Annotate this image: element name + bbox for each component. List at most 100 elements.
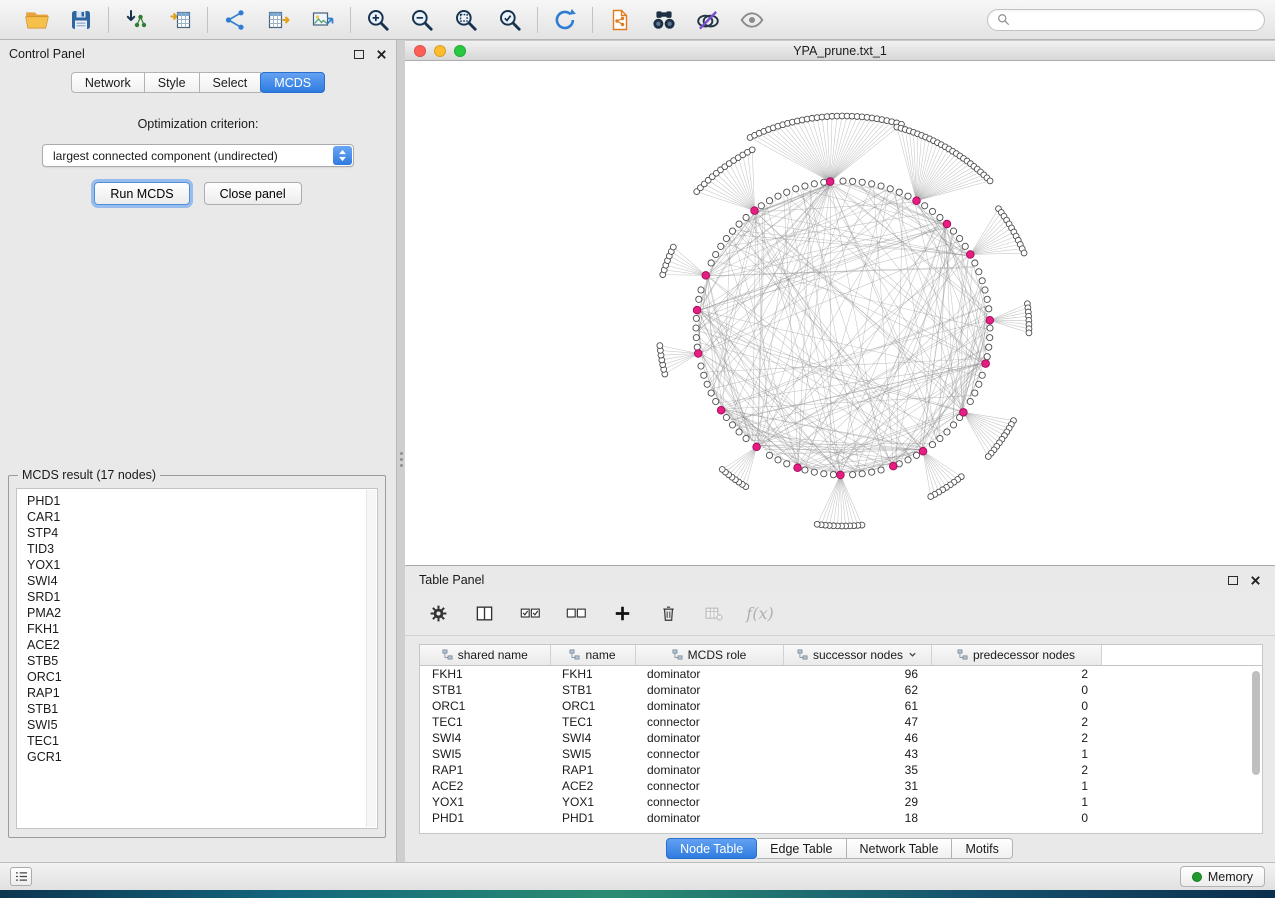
mcds-result-item[interactable]: RAP1 bbox=[27, 685, 377, 701]
open-session-button[interactable] bbox=[20, 5, 54, 35]
column-header-shared-name[interactable]: shared name bbox=[420, 645, 550, 665]
task-history-button[interactable] bbox=[10, 867, 32, 886]
deselect-all-rows-button[interactable] bbox=[563, 601, 589, 627]
close-window-icon[interactable] bbox=[414, 45, 426, 57]
cell-shared-name[interactable]: SWI4 bbox=[420, 730, 550, 746]
select-all-rows-button[interactable] bbox=[517, 601, 543, 627]
cell-mcds-role[interactable]: dominator bbox=[635, 810, 783, 826]
maximize-window-icon[interactable] bbox=[454, 45, 466, 57]
find-button[interactable] bbox=[647, 5, 681, 35]
table-row[interactable]: STB1STB1dominator620 bbox=[420, 682, 1262, 698]
cell-predecessor-nodes[interactable]: 0 bbox=[931, 682, 1101, 698]
column-header-predecessor-nodes[interactable]: predecessor nodes bbox=[931, 645, 1101, 665]
table-row[interactable]: TEC1TEC1connector472 bbox=[420, 714, 1262, 730]
cell-successor-nodes[interactable]: 62 bbox=[783, 682, 931, 698]
table-row[interactable]: PHD1PHD1dominator180 bbox=[420, 810, 1262, 826]
mcds-result-item[interactable]: GCR1 bbox=[27, 749, 377, 765]
cell-shared-name[interactable]: FKH1 bbox=[420, 665, 550, 682]
cell-predecessor-nodes[interactable]: 2 bbox=[931, 665, 1101, 682]
cell-name[interactable]: RAP1 bbox=[550, 762, 635, 778]
export-network-button[interactable] bbox=[218, 5, 252, 35]
delete-column-button[interactable] bbox=[655, 601, 681, 627]
mcds-result-item[interactable]: SWI4 bbox=[27, 573, 377, 589]
cell-mcds-role[interactable]: connector bbox=[635, 778, 783, 794]
cell-mcds-role[interactable]: dominator bbox=[635, 682, 783, 698]
cell-name[interactable]: SWI4 bbox=[550, 730, 635, 746]
cell-shared-name[interactable]: ACE2 bbox=[420, 778, 550, 794]
zoom-in-button[interactable] bbox=[361, 5, 395, 35]
cell-name[interactable]: TEC1 bbox=[550, 714, 635, 730]
filter-button[interactable] bbox=[691, 5, 725, 35]
mcds-result-item[interactable]: SWI5 bbox=[27, 717, 377, 733]
run-mcds-button[interactable]: Run MCDS bbox=[94, 182, 189, 205]
cell-mcds-role[interactable]: connector bbox=[635, 714, 783, 730]
cell-mcds-role[interactable]: connector bbox=[635, 746, 783, 762]
table-row[interactable]: ACE2ACE2connector311 bbox=[420, 778, 1262, 794]
cell-mcds-role[interactable]: dominator bbox=[635, 762, 783, 778]
table-row[interactable]: ORC1ORC1dominator610 bbox=[420, 698, 1262, 714]
cell-shared-name[interactable]: ORC1 bbox=[420, 698, 550, 714]
export-image-button[interactable] bbox=[306, 5, 340, 35]
cell-name[interactable]: YOX1 bbox=[550, 794, 635, 810]
save-session-button[interactable] bbox=[64, 5, 98, 35]
tab-edge-table[interactable]: Edge Table bbox=[757, 838, 846, 859]
cell-mcds-role[interactable]: connector bbox=[635, 794, 783, 810]
add-column-button[interactable] bbox=[609, 601, 635, 627]
mcds-result-item[interactable]: STB5 bbox=[27, 653, 377, 669]
export-table-button[interactable] bbox=[262, 5, 296, 35]
mcds-result-item[interactable]: PMA2 bbox=[27, 605, 377, 621]
memory-button[interactable]: Memory bbox=[1180, 866, 1265, 887]
new-network-from-selection-button[interactable] bbox=[603, 5, 637, 35]
float-panel-icon[interactable] bbox=[354, 50, 364, 59]
column-header-name[interactable]: name bbox=[550, 645, 635, 665]
float-table-panel-icon[interactable] bbox=[1228, 576, 1238, 585]
cell-mcds-role[interactable]: dominator bbox=[635, 665, 783, 682]
close-panel-icon[interactable] bbox=[376, 49, 387, 60]
mcds-result-item[interactable]: FKH1 bbox=[27, 621, 377, 637]
tab-network-table[interactable]: Network Table bbox=[847, 838, 953, 859]
cell-successor-nodes[interactable]: 31 bbox=[783, 778, 931, 794]
cell-name[interactable]: ORC1 bbox=[550, 698, 635, 714]
cell-predecessor-nodes[interactable]: 2 bbox=[931, 730, 1101, 746]
import-network-button[interactable] bbox=[119, 5, 153, 35]
cell-predecessor-nodes[interactable]: 1 bbox=[931, 778, 1101, 794]
cell-name[interactable]: STB1 bbox=[550, 682, 635, 698]
cell-successor-nodes[interactable]: 96 bbox=[783, 665, 931, 682]
table-row[interactable]: YOX1YOX1connector291 bbox=[420, 794, 1262, 810]
split-pane-grip[interactable] bbox=[398, 452, 404, 467]
cell-successor-nodes[interactable]: 18 bbox=[783, 810, 931, 826]
cell-successor-nodes[interactable]: 47 bbox=[783, 714, 931, 730]
table-scrollbar-thumb[interactable] bbox=[1252, 671, 1260, 775]
cell-predecessor-nodes[interactable]: 0 bbox=[931, 810, 1101, 826]
cell-shared-name[interactable]: TEC1 bbox=[420, 714, 550, 730]
mcds-result-item[interactable]: ACE2 bbox=[27, 637, 377, 653]
tab-mcds[interactable]: MCDS bbox=[260, 72, 325, 93]
close-panel-button[interactable]: Close panel bbox=[204, 182, 302, 205]
close-table-panel-icon[interactable] bbox=[1250, 575, 1261, 586]
cell-predecessor-nodes[interactable]: 2 bbox=[931, 714, 1101, 730]
mcds-result-item[interactable]: TID3 bbox=[27, 541, 377, 557]
show-hide-button[interactable] bbox=[735, 5, 769, 35]
network-canvas[interactable] bbox=[405, 62, 1275, 565]
minimize-window-icon[interactable] bbox=[434, 45, 446, 57]
cell-successor-nodes[interactable]: 35 bbox=[783, 762, 931, 778]
table-row[interactable]: FKH1FKH1dominator962 bbox=[420, 665, 1262, 682]
cell-successor-nodes[interactable]: 61 bbox=[783, 698, 931, 714]
apply-layout-button[interactable] bbox=[548, 5, 582, 35]
tab-select[interactable]: Select bbox=[200, 72, 262, 93]
mcds-result-item[interactable]: YOX1 bbox=[27, 557, 377, 573]
import-table-button[interactable] bbox=[163, 5, 197, 35]
cell-name[interactable]: SWI5 bbox=[550, 746, 635, 762]
zoom-selected-button[interactable] bbox=[493, 5, 527, 35]
cell-mcds-role[interactable]: dominator bbox=[635, 698, 783, 714]
cell-name[interactable]: FKH1 bbox=[550, 665, 635, 682]
zoom-out-button[interactable] bbox=[405, 5, 439, 35]
column-header-successor-nodes[interactable]: successor nodes bbox=[783, 645, 931, 665]
tab-style[interactable]: Style bbox=[145, 72, 200, 93]
mcds-result-item[interactable]: TEC1 bbox=[27, 733, 377, 749]
cell-shared-name[interactable]: SWI5 bbox=[420, 746, 550, 762]
cell-shared-name[interactable]: RAP1 bbox=[420, 762, 550, 778]
mcds-result-item[interactable]: PHD1 bbox=[27, 493, 377, 509]
search-box[interactable] bbox=[987, 9, 1265, 31]
optimization-criterion-select[interactable]: largest connected component (undirected) bbox=[42, 144, 354, 167]
